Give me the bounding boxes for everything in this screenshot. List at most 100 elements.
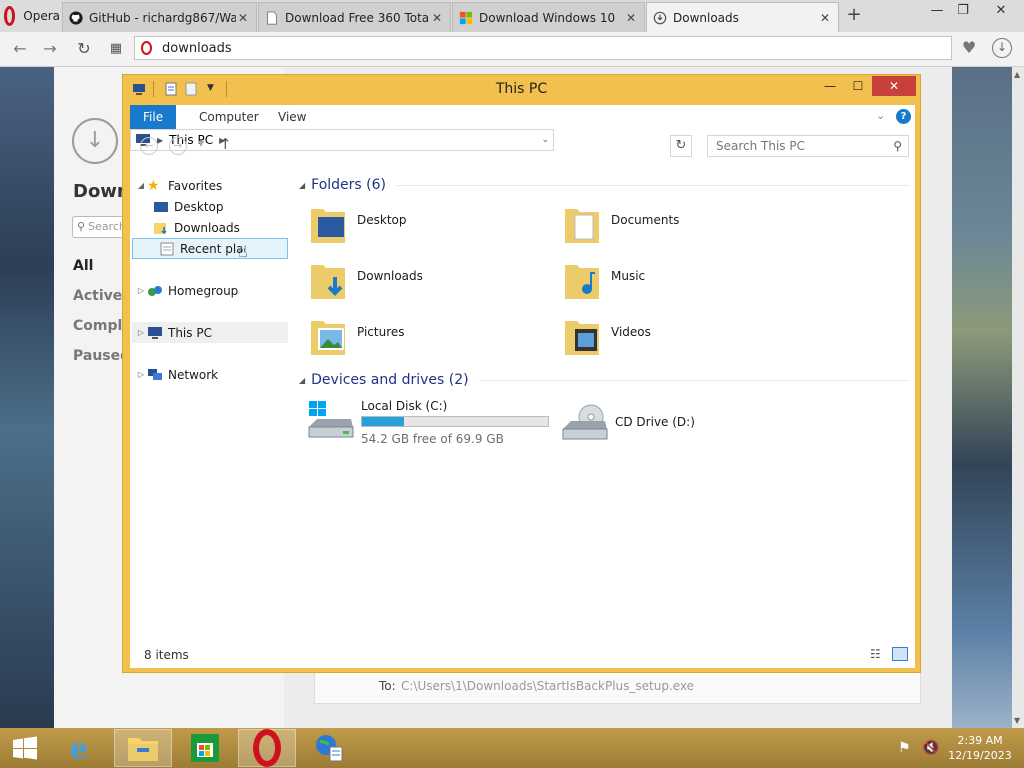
tree-desktop[interactable]: Desktop — [153, 196, 288, 217]
taskbar-file-explorer[interactable] — [114, 729, 172, 767]
large-icons-view-icon[interactable] — [892, 647, 908, 661]
file-explorer-window: This PC ▼ — ☐ ✕ File Computer View ⌄ ? ←… — [122, 74, 921, 673]
tree-favorites[interactable]: ◢ ★ Favorites — [135, 175, 290, 196]
tree-downloads[interactable]: Downloads — [153, 217, 288, 238]
taskbar-network-app[interactable] — [300, 729, 358, 767]
expand-arrow-icon[interactable]: ▷ — [135, 286, 147, 295]
browser-tab-windows10[interactable]: Download Windows 10 ✕ — [452, 2, 645, 32]
collapse-arrow-icon[interactable]: ◢ — [135, 181, 147, 190]
tree-label: Downloads — [174, 220, 240, 235]
tab-close-icon[interactable]: ✕ — [236, 11, 250, 25]
page-wallpaper-left — [0, 67, 54, 728]
folder-downloads[interactable]: Downloads — [305, 257, 545, 307]
browser-tab-github[interactable]: GitHub - richardg867/WaybackProxy ✕ — [62, 2, 257, 32]
tree-network[interactable]: ▷ Network — [135, 364, 290, 385]
address-text[interactable]: downloads — [162, 41, 232, 56]
folder-desktop[interactable]: Desktop — [305, 201, 545, 251]
folder-music[interactable]: Music — [559, 257, 799, 307]
explorer-search-input[interactable]: Search This PC ⚲ — [707, 135, 909, 157]
help-icon[interactable]: ? — [896, 109, 911, 124]
details-view-icon[interactable]: ☷ — [870, 647, 881, 661]
address-bar[interactable]: downloads — [134, 36, 952, 60]
tab-close-icon[interactable]: ✕ — [818, 11, 832, 25]
opera-page-icon — [141, 41, 152, 55]
explorer-maximize-icon[interactable]: ☐ — [844, 76, 872, 96]
action-center-flag-icon[interactable]: ⚑ — [898, 740, 911, 756]
opera-icon — [253, 729, 281, 767]
page-scrollbar[interactable]: ▲ ▼ — [1012, 67, 1024, 728]
up-arrow-icon[interactable]: ↑ — [219, 135, 232, 153]
breadcrumb-separator-icon[interactable]: ▶ — [157, 136, 163, 145]
filter-active[interactable]: Active — [73, 288, 128, 304]
browser-tab-360[interactable]: Download Free 360 Total Security ✕ — [258, 2, 451, 32]
tree-label: Homegroup — [168, 283, 239, 298]
documents-folder-icon — [565, 209, 599, 243]
collapse-arrow-icon[interactable]: ◢ — [299, 181, 305, 190]
folder-documents[interactable]: Documents — [559, 201, 799, 251]
tree-this-pc[interactable]: ▷ This PC — [132, 322, 288, 343]
tree-label: Network — [168, 367, 219, 382]
customize-qat-icon[interactable]: ▼ — [207, 83, 214, 93]
download-path[interactable]: C:\Users\1\Downloads\StartIsBackPlus_set… — [401, 679, 694, 693]
browser-tab-downloads[interactable]: Downloads ✕ — [646, 2, 839, 32]
tree-homegroup[interactable]: ▷ Homegroup — [135, 280, 290, 301]
heart-icon[interactable]: ♥ — [958, 38, 980, 58]
folders-group-header[interactable]: ◢ Folders (6) — [299, 175, 909, 195]
new-folder-icon[interactable] — [184, 82, 198, 96]
explorer-close-icon[interactable]: ✕ — [872, 76, 916, 96]
tab-view[interactable]: View — [265, 105, 319, 129]
taskbar-internet-explorer[interactable]: e — [50, 729, 108, 767]
refresh-icon[interactable]: ↻ — [670, 135, 692, 157]
collapse-arrow-icon[interactable]: ◢ — [299, 376, 305, 385]
search-icon[interactable]: ⚲ — [893, 139, 902, 153]
tab-title: Download Windows 10 — [479, 10, 616, 25]
drive-cd-d[interactable]: CD Drive (D:) — [559, 395, 799, 451]
download-manager-icon[interactable]: ↓ — [992, 38, 1012, 58]
reload-icon[interactable]: ↻ — [74, 40, 94, 58]
tab-computer[interactable]: Computer — [186, 105, 272, 129]
tab-close-icon[interactable]: ✕ — [430, 11, 444, 25]
folder-label: Documents — [611, 213, 680, 227]
explorer-address-bar[interactable]: ▶ This PC ▶ ⌄ — [130, 129, 554, 151]
filter-all[interactable]: All — [73, 258, 128, 274]
github-icon — [69, 10, 83, 25]
restore-icon[interactable]: ❐ — [948, 0, 978, 22]
drive-local-disk-c[interactable]: Local Disk (C:) 54.2 GB free of 69.9 GB — [305, 395, 555, 451]
tree-label: Recent places — [180, 241, 242, 256]
expand-arrow-icon[interactable]: ▷ — [135, 370, 147, 379]
recent-locations-icon[interactable]: ▼ — [198, 139, 204, 148]
folder-pictures[interactable]: Pictures — [305, 313, 545, 363]
devices-group-header[interactable]: ◢ Devices and drives (2) — [299, 370, 909, 390]
search-placeholder: Search — [88, 220, 126, 233]
taskbar-store[interactable] — [176, 729, 234, 767]
new-tab-button[interactable]: + — [845, 4, 863, 26]
tree-recent-places[interactable]: Recent places — [132, 238, 288, 259]
opera-menu-button[interactable]: Opera — [0, 0, 60, 32]
start-button[interactable] — [0, 729, 50, 767]
volume-muted-icon[interactable]: 🔇 — [922, 740, 939, 756]
filter-completed[interactable]: Completed — [73, 318, 128, 334]
folder-label: Downloads — [357, 269, 423, 283]
folder-videos[interactable]: Videos — [559, 313, 799, 363]
status-bar: 8 items ☷ — [130, 642, 915, 668]
navigation-bar: ← → ▼ ↑ ▶ This PC ▶ ⌄ ↻ Search This PC ⚲ — [130, 129, 915, 165]
address-dropdown-icon[interactable]: ⌄ — [541, 135, 549, 145]
tab-file[interactable]: File — [130, 105, 177, 129]
back-arrow-icon[interactable]: ← — [10, 40, 30, 58]
tab-close-icon[interactable]: ✕ — [624, 11, 638, 25]
ribbon-tabs: File Computer View ⌄ ? — [130, 105, 915, 129]
system-clock[interactable]: 2:39 AM 12/19/2023 — [944, 733, 1016, 763]
explorer-minimize-icon[interactable]: — — [816, 76, 844, 96]
taskbar-opera[interactable] — [238, 729, 296, 767]
expand-arrow-icon[interactable]: ▷ — [135, 328, 147, 337]
forward-icon[interactable]: → — [169, 137, 187, 155]
speed-dial-grid-icon[interactable]: ▦ — [106, 40, 126, 58]
back-icon[interactable]: ← — [140, 137, 158, 155]
filter-paused[interactable]: Paused — [73, 348, 128, 364]
properties-icon[interactable] — [164, 82, 178, 96]
forward-arrow-icon[interactable]: → — [40, 40, 60, 58]
close-icon[interactable]: ✕ — [986, 0, 1016, 22]
item-count: 8 items — [144, 648, 189, 662]
tab-title: GitHub - richardg867/WaybackProxy — [89, 10, 236, 25]
expand-ribbon-icon[interactable]: ⌄ — [876, 109, 885, 122]
